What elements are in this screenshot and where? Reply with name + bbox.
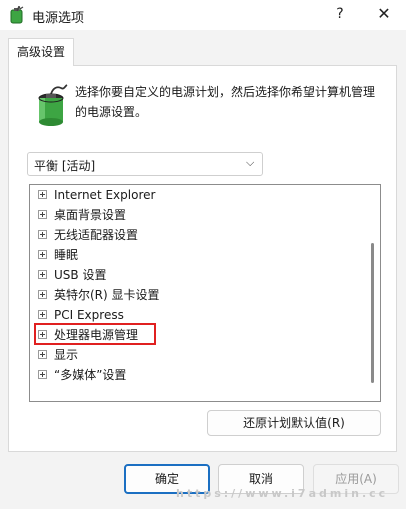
tree-item-label: PCI Express	[54, 308, 124, 322]
close-button[interactable]: ✕	[366, 2, 402, 26]
expand-icon[interactable]	[38, 310, 47, 319]
settings-tree[interactable]: Internet Explorer 桌面背景设置 无线适配器设置 睡眠 USB …	[29, 184, 381, 402]
power-options-window: 电源选项 ? ✕ 高级设置 选择你要自定义的电源计划，然后选择你希望计算机管理的…	[0, 0, 406, 509]
tree-item-label: 桌面背景设置	[54, 208, 127, 222]
power-plan-value: 平衡 [活动]	[34, 159, 96, 173]
tree-item-label: USB 设置	[54, 268, 107, 282]
tree-item-internet-explorer[interactable]: Internet Explorer	[38, 185, 155, 205]
settings-panel: 选择你要自定义的电源计划，然后选择你希望计算机管理的电源设置。 平衡 [活动] …	[8, 65, 397, 452]
tree-item-label: Internet Explorer	[54, 188, 156, 202]
expand-icon[interactable]	[38, 190, 47, 199]
tree-item-label: “多媒体”设置	[54, 368, 127, 382]
tree-item-sleep[interactable]: 睡眠	[38, 245, 78, 265]
window-title: 电源选项	[32, 11, 85, 26]
expand-icon[interactable]	[38, 230, 47, 239]
tab-advanced-settings[interactable]: 高级设置	[8, 38, 74, 66]
expand-icon[interactable]	[38, 290, 47, 299]
expand-icon[interactable]	[38, 350, 47, 359]
help-button[interactable]: ?	[322, 2, 358, 26]
tree-item-label: 英特尔(R) 显卡设置	[54, 288, 160, 302]
tree-item-desktop-background[interactable]: 桌面背景设置	[38, 205, 126, 225]
power-plan-select[interactable]: 平衡 [活动] ⌵	[27, 152, 263, 176]
chevron-down-icon: ⌵	[246, 156, 255, 169]
expand-icon[interactable]	[38, 210, 47, 219]
tree-item-usb-settings[interactable]: USB 设置	[38, 265, 106, 285]
highlight-annotation	[34, 323, 156, 345]
title-bar: 电源选项 ? ✕	[0, 0, 406, 30]
tree-item-intel-graphics[interactable]: 英特尔(R) 显卡设置	[38, 285, 160, 305]
watermark-text: https://www.i7admin.cc	[176, 487, 389, 500]
vertical-scrollbar[interactable]	[366, 189, 376, 397]
battery-power-icon	[10, 6, 24, 24]
tree-item-multimedia[interactable]: “多媒体”设置	[38, 365, 126, 385]
expand-icon[interactable]	[38, 270, 47, 279]
tree-item-label: 显示	[54, 348, 79, 362]
tree-item-label: 无线适配器设置	[54, 228, 139, 242]
expand-icon[interactable]	[38, 250, 47, 259]
battery-power-icon	[38, 84, 68, 126]
scrollbar-thumb[interactable]	[371, 243, 374, 383]
tree-item-wireless-adapter[interactable]: 无线适配器设置	[38, 225, 138, 245]
expand-icon[interactable]	[38, 370, 47, 379]
plan-description: 选择你要自定义的电源计划，然后选择你希望计算机管理的电源设置。	[75, 85, 376, 119]
restore-defaults-button[interactable]: 还原计划默认值(R)	[207, 410, 381, 436]
tree-item-display[interactable]: 显示	[38, 345, 78, 365]
tree-item-label: 睡眠	[54, 248, 79, 262]
tree-item-pci-express[interactable]: PCI Express	[38, 305, 124, 325]
